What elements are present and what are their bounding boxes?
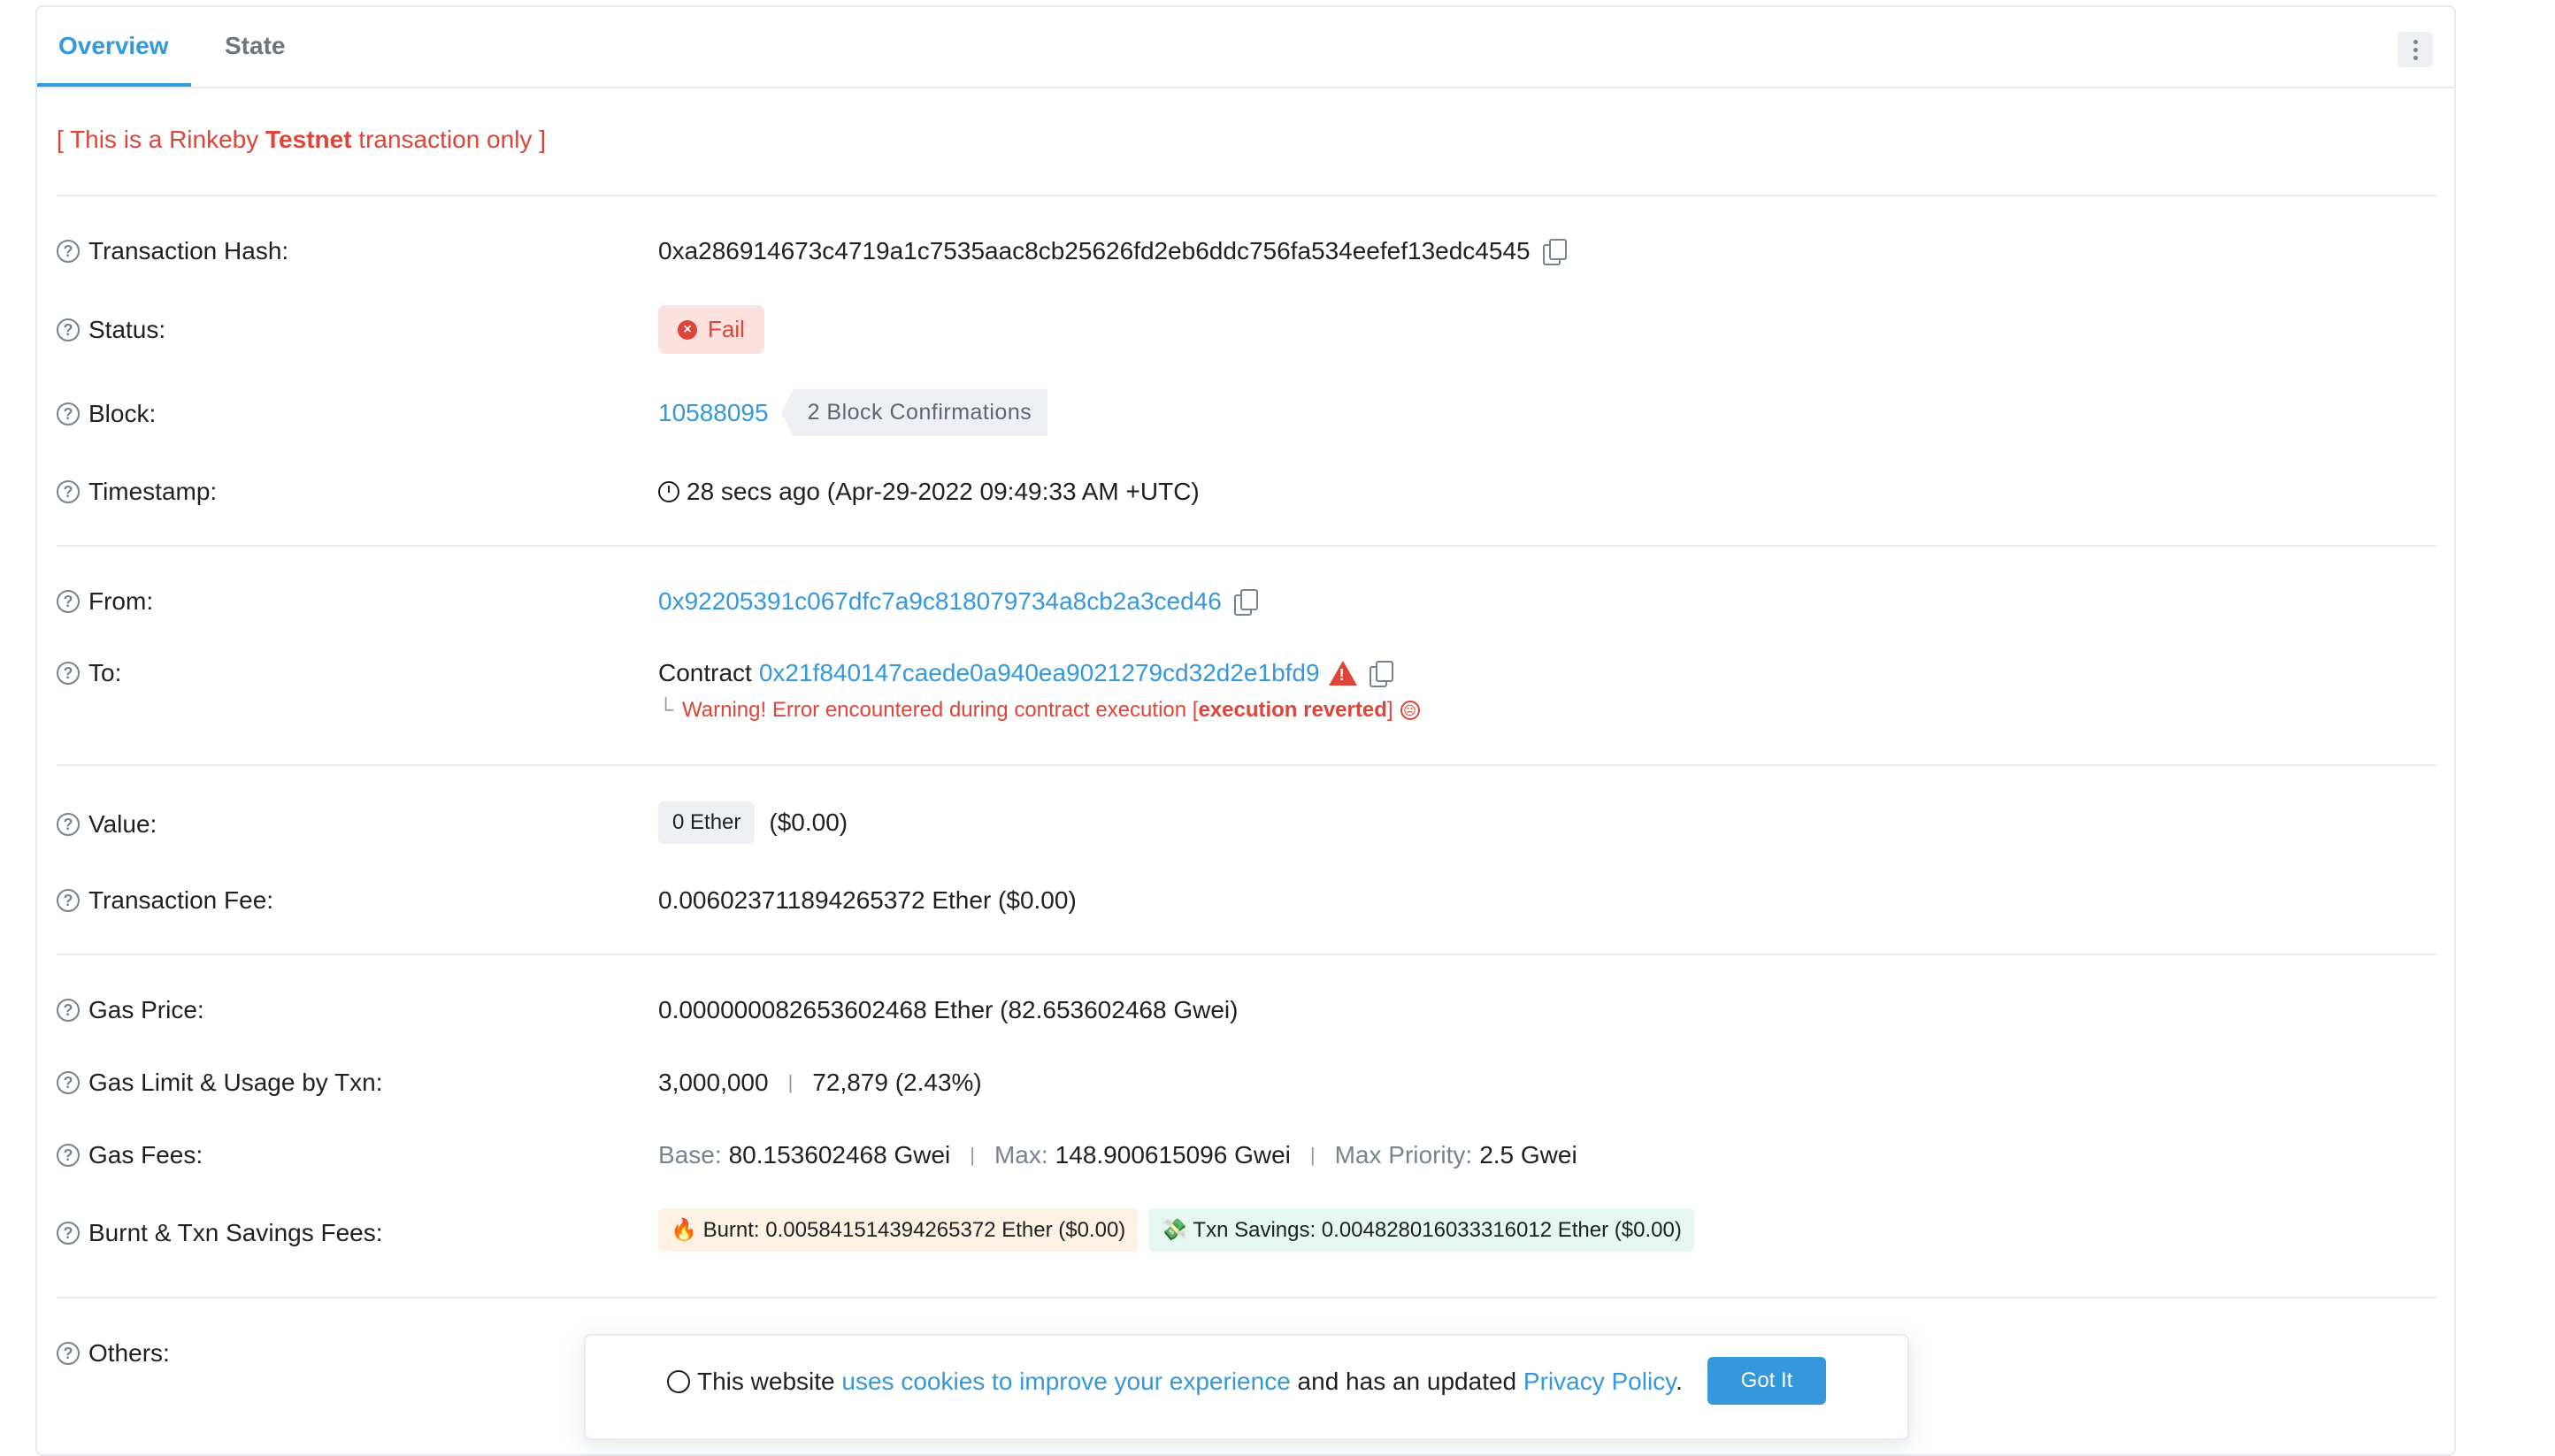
label-status: Status: bbox=[88, 316, 166, 343]
active-tab-indicator bbox=[37, 83, 191, 87]
copy-icon[interactable] bbox=[1542, 239, 1567, 265]
testnet-notice-suffix: transaction only ] bbox=[351, 126, 546, 153]
help-icon[interactable]: ? bbox=[57, 1342, 80, 1365]
divider bbox=[57, 954, 2436, 955]
cookie-banner: This website uses cookies to improve you… bbox=[584, 1334, 1909, 1440]
label-timestamp: Timestamp: bbox=[88, 478, 218, 505]
base-fee-label: Base: bbox=[658, 1141, 722, 1169]
gas-price-value: 0.000000082653602468 Ether (82.653602468… bbox=[658, 996, 1239, 1023]
value-chip: 0 Ether bbox=[658, 801, 756, 844]
help-icon[interactable]: ? bbox=[57, 480, 80, 503]
gas-limit-value: 3,000,000 bbox=[658, 1069, 769, 1096]
execution-warning: └ Warning! Error encountered during cont… bbox=[658, 698, 1420, 723]
transaction-hash-value: 0xa286914673c4719a1c7535aac8cb25626fd2eb… bbox=[658, 237, 1531, 264]
gas-usage-value: 72,879 (2.43%) bbox=[812, 1069, 982, 1096]
help-icon[interactable]: ? bbox=[57, 1071, 80, 1094]
help-icon[interactable]: ? bbox=[57, 889, 80, 912]
testnet-notice: [ This is a Rinkeby Testnet transaction … bbox=[57, 126, 546, 154]
label-others: Others: bbox=[88, 1339, 170, 1367]
from-address-link[interactable]: 0x92205391c067dfc7a9c818079734a8cb2a3ced… bbox=[658, 587, 1222, 616]
label-burnt-savings: Burnt & Txn Savings Fees: bbox=[88, 1219, 383, 1246]
help-icon[interactable]: ? bbox=[57, 590, 80, 613]
more-icon bbox=[2413, 39, 2418, 44]
max-priority-label: Max Priority: bbox=[1334, 1141, 1473, 1169]
clock-icon bbox=[658, 481, 679, 502]
label-to: To: bbox=[88, 659, 122, 686]
separator: | bbox=[970, 1144, 975, 1166]
testnet-notice-bold: Testnet bbox=[265, 126, 352, 153]
transaction-fee-value: 0.006023711894265372 Ether ($0.00) bbox=[658, 886, 1077, 914]
base-fee-value: 80.153602468 Gwei bbox=[728, 1141, 951, 1169]
divider bbox=[57, 1297, 2436, 1299]
more-icon-dot bbox=[2413, 47, 2418, 52]
label-value: Value: bbox=[88, 810, 157, 838]
label-block: Block: bbox=[88, 400, 157, 427]
separator: | bbox=[1309, 1144, 1316, 1166]
branch-icon: └ bbox=[658, 698, 674, 722]
warning-prefix: Warning! Error encountered during contra… bbox=[682, 698, 1199, 722]
max-fee-value: 148.900615096 Gwei bbox=[1055, 1141, 1291, 1169]
savings-value: Txn Savings: 0.004828016033316012 Ether … bbox=[1193, 1218, 1682, 1242]
fire-icon: 🔥 bbox=[671, 1218, 697, 1242]
block-confirmations-badge: 2 Block Confirmations bbox=[780, 389, 1048, 436]
max-fee-label: Max: bbox=[994, 1141, 1048, 1169]
sad-face-icon: ☹ bbox=[1400, 701, 1420, 720]
savings-badge: 💸 Txn Savings: 0.004828016033316012 Ethe… bbox=[1148, 1208, 1694, 1252]
warning-suffix: ] bbox=[1386, 698, 1393, 722]
got-it-button[interactable]: Got It bbox=[1707, 1357, 1826, 1405]
warning-icon: ! bbox=[1328, 661, 1357, 686]
x-circle-icon: × bbox=[678, 319, 697, 340]
tab-bar: Overview State bbox=[37, 7, 2454, 88]
timestamp-value: 28 secs ago (Apr-29-2022 09:49:33 AM +UT… bbox=[687, 478, 1200, 505]
label-from: From: bbox=[88, 587, 154, 615]
to-contract-link[interactable]: 0x21f840147caede0a940ea9021279cd32d2e1bf… bbox=[759, 659, 1320, 687]
money-icon: 💸 bbox=[1161, 1218, 1188, 1242]
label-gas-price: Gas Price: bbox=[88, 996, 204, 1023]
divider bbox=[57, 764, 2436, 766]
warning-bold: execution reverted bbox=[1198, 698, 1387, 722]
tab-state[interactable]: State bbox=[225, 32, 285, 60]
more-options-button[interactable] bbox=[2398, 32, 2433, 67]
help-icon[interactable]: ? bbox=[57, 1144, 80, 1167]
separator: | bbox=[787, 1071, 794, 1093]
to-contract-prefix: Contract bbox=[658, 659, 752, 686]
block-number-link[interactable]: 10588095 bbox=[658, 399, 769, 427]
tab-overview[interactable]: Overview bbox=[58, 32, 169, 60]
status-value: Fail bbox=[708, 316, 745, 342]
label-gas-limit: Gas Limit & Usage by Txn: bbox=[88, 1069, 383, 1096]
cookie-message: This website uses cookies to improve you… bbox=[667, 1368, 1683, 1396]
label-transaction-hash: Transaction Hash: bbox=[88, 237, 289, 264]
help-icon[interactable]: ? bbox=[57, 1222, 80, 1245]
cookie-policy-link[interactable]: uses cookies to improve your experience bbox=[841, 1368, 1290, 1395]
divider bbox=[57, 195, 2436, 196]
burnt-value: Burnt: 0.005841514394265372 Ether ($0.00… bbox=[702, 1218, 1126, 1242]
label-gas-fees: Gas Fees: bbox=[88, 1141, 203, 1169]
cookie-text-2: and has an updated bbox=[1290, 1368, 1523, 1395]
testnet-notice-prefix: [ This is a Rinkeby bbox=[57, 126, 266, 153]
value-usd: ($0.00) bbox=[769, 808, 848, 836]
copy-icon[interactable] bbox=[1233, 589, 1258, 616]
help-icon[interactable]: ? bbox=[57, 402, 80, 425]
help-icon[interactable]: ? bbox=[57, 318, 80, 341]
help-icon[interactable]: ? bbox=[57, 240, 80, 263]
privacy-policy-link[interactable]: Privacy Policy bbox=[1523, 1368, 1676, 1395]
label-transaction-fee: Transaction Fee: bbox=[88, 886, 274, 914]
divider bbox=[57, 545, 2436, 547]
help-icon[interactable]: ? bbox=[57, 999, 80, 1022]
more-icon-dot bbox=[2413, 55, 2418, 60]
burnt-badge: 🔥 Burnt: 0.005841514394265372 Ether ($0.… bbox=[658, 1208, 1139, 1252]
cookie-icon bbox=[667, 1370, 690, 1393]
cookie-text-1: This website bbox=[697, 1368, 842, 1395]
max-priority-value: 2.5 Gwei bbox=[1479, 1141, 1577, 1169]
copy-icon[interactable] bbox=[1369, 661, 1393, 687]
help-icon[interactable]: ? bbox=[57, 662, 80, 685]
status-badge: × Fail bbox=[658, 305, 764, 354]
cookie-text-3: . bbox=[1676, 1368, 1683, 1395]
help-icon[interactable]: ? bbox=[57, 813, 80, 836]
